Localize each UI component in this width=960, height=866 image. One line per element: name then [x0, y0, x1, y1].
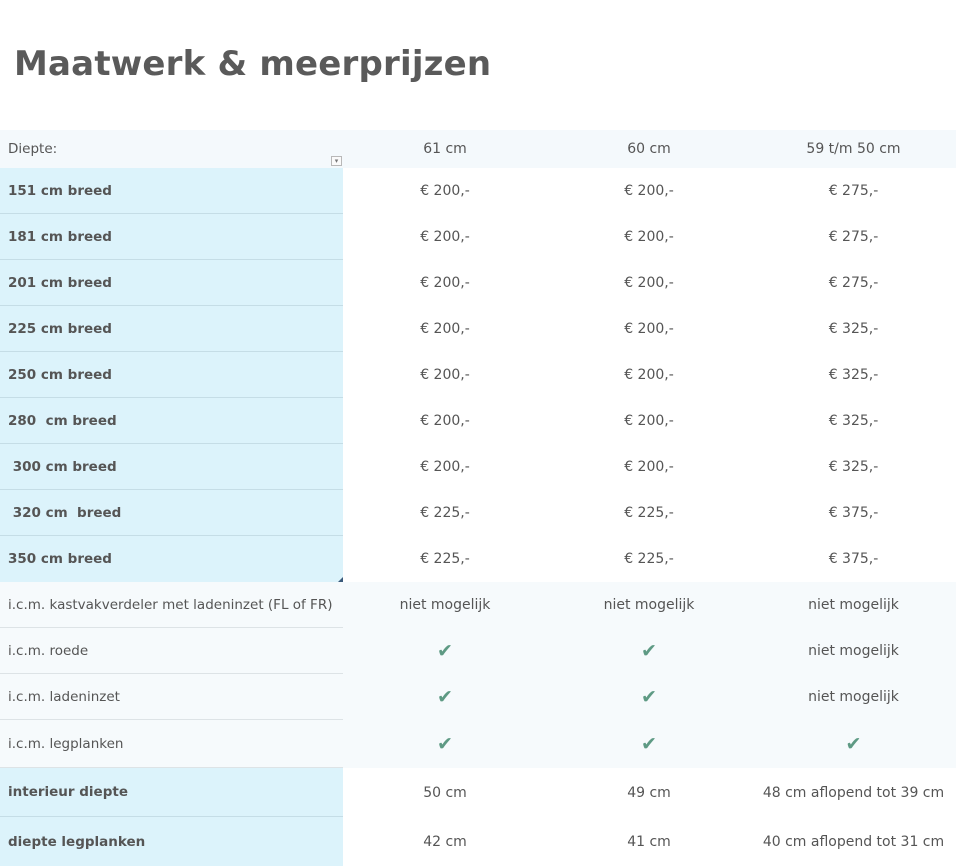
price-cell: € 200,-: [420, 183, 470, 199]
row-label: i.c.m. kastvakverdeler met ladeninzet (F…: [0, 582, 343, 628]
price-cell: € 225,-: [624, 551, 674, 567]
table-row: 201 cm breed € 200,- € 200,- € 275,-: [0, 260, 956, 306]
check-icon: ✔: [437, 639, 453, 662]
price-cell: € 225,-: [420, 505, 470, 521]
row-label: i.c.m. roede: [0, 628, 343, 674]
row-label: 151 cm breed: [0, 168, 343, 214]
price-cell: € 375,-: [828, 505, 879, 521]
option-cell: niet mogelijk: [808, 689, 899, 705]
depth-cell: 50 cm: [423, 784, 467, 801]
option-cell: niet mogelijk: [603, 597, 695, 613]
table-row: 181 cm breed € 200,- € 200,- € 275,-: [0, 214, 956, 260]
price-cell: € 275,-: [828, 275, 879, 291]
row-label: diepte legplanken: [0, 817, 343, 866]
price-cell: € 200,-: [624, 183, 674, 199]
depth-cell: 42 cm: [423, 833, 467, 850]
price-cell: € 200,-: [624, 459, 674, 475]
option-cell: niet mogelijk: [808, 643, 899, 659]
table-row: interieur diepte 50 cm 49 cm 48 cm aflop…: [0, 768, 956, 817]
option-cell: niet mogelijk: [808, 597, 899, 613]
price-cell: € 200,-: [624, 275, 674, 291]
price-cell: € 200,-: [420, 413, 470, 429]
row-label: i.c.m. ladeninzet: [0, 674, 343, 720]
table-row: 225 cm breed € 200,- € 200,- € 325,-: [0, 306, 956, 352]
header-col-3: 59 t/m 50 cm: [806, 141, 901, 157]
price-cell: € 200,-: [420, 229, 470, 245]
depth-cell: 41 cm: [627, 833, 671, 850]
table-row: i.c.m. ladeninzet ✔ ✔ niet mogelijk: [0, 674, 956, 720]
option-cell: ✔: [343, 674, 547, 720]
price-cell: € 225,-: [420, 551, 470, 567]
table-row: 300 cm breed € 200,- € 200,- € 325,-: [0, 444, 956, 490]
price-cell: € 225,-: [624, 505, 674, 521]
price-cell: € 375,-: [828, 551, 879, 567]
row-label: 300 cm breed: [0, 444, 343, 490]
chevron-down-icon[interactable]: ▾: [331, 156, 342, 166]
option-cell: ✔: [547, 720, 751, 768]
price-cell: € 325,-: [828, 321, 879, 337]
option-cell: ✔: [343, 720, 547, 768]
price-cell: € 200,-: [624, 321, 674, 337]
row-label: 201 cm breed: [0, 260, 343, 306]
table-row: i.c.m. kastvakverdeler met ladeninzet (F…: [0, 582, 956, 628]
table-row: 280 cm breed € 200,- € 200,- € 325,-: [0, 398, 956, 444]
row-label: 350 cm breed: [0, 536, 343, 582]
price-cell: € 200,-: [624, 367, 674, 383]
row-label: 225 cm breed: [0, 306, 343, 352]
table-row: 151 cm breed € 200,- € 200,- € 275,-: [0, 168, 956, 214]
price-cell: € 200,-: [624, 413, 674, 429]
row-label: i.c.m. legplanken: [0, 720, 343, 768]
check-icon: ✔: [845, 732, 862, 755]
depth-cell: 40 cm aflopend tot 31 cm: [762, 833, 945, 850]
check-icon: ✔: [641, 639, 657, 662]
table-row: i.c.m. roede ✔ ✔ niet mogelijk: [0, 628, 956, 674]
price-cell: € 325,-: [828, 459, 879, 475]
row-label: interieur diepte: [0, 768, 343, 817]
row-label: 320 cm breed: [0, 490, 343, 536]
option-cell: niet mogelijk: [399, 597, 491, 613]
price-cell: € 325,-: [828, 413, 879, 429]
depth-cell: 49 cm: [627, 784, 671, 801]
row-label: 250 cm breed: [0, 352, 343, 398]
page-title: Maatwerk & meerprijzen: [14, 44, 492, 84]
option-cell: ✔: [547, 628, 751, 674]
price-cell: € 200,-: [420, 459, 470, 475]
check-icon: ✔: [437, 732, 453, 755]
price-cell: € 275,-: [828, 183, 879, 199]
price-cell: € 200,-: [420, 321, 470, 337]
price-cell: € 200,-: [420, 275, 470, 291]
row-label: 181 cm breed: [0, 214, 343, 260]
table-row: 320 cm breed € 225,- € 225,- € 375,-: [0, 490, 956, 536]
depth-cell: 48 cm aflopend tot 39 cm: [762, 784, 945, 801]
header-label: Diepte:: [8, 141, 58, 157]
table-row: i.c.m. legplanken ✔ ✔ ✔: [0, 720, 956, 768]
check-icon: ✔: [641, 732, 657, 755]
price-cell: € 200,-: [420, 367, 470, 383]
check-icon: ✔: [641, 685, 657, 708]
price-cell: € 275,-: [828, 229, 879, 245]
price-table: Diepte: 61 cm 60 cm 59 t/m 50 cm ▾ 151 c…: [0, 130, 956, 866]
table-row: diepte legplanken 42 cm 41 cm 40 cm aflo…: [0, 817, 956, 866]
table-row: 250 cm breed € 200,- € 200,- € 325,-: [0, 352, 956, 398]
option-cell: ✔: [547, 674, 751, 720]
price-cell: € 325,-: [828, 367, 879, 383]
header-col-2: 60 cm: [627, 141, 671, 157]
check-icon: ✔: [437, 685, 453, 708]
price-cell: € 200,-: [624, 229, 674, 245]
option-cell: ✔: [751, 720, 956, 768]
row-label: 280 cm breed: [0, 398, 343, 444]
header-row: Diepte: 61 cm 60 cm 59 t/m 50 cm ▾: [0, 130, 956, 168]
table-row: 350 cm breed € 225,- € 225,- € 375,-: [0, 536, 956, 582]
option-cell: ✔: [343, 628, 547, 674]
header-col-1: 61 cm: [423, 141, 467, 157]
